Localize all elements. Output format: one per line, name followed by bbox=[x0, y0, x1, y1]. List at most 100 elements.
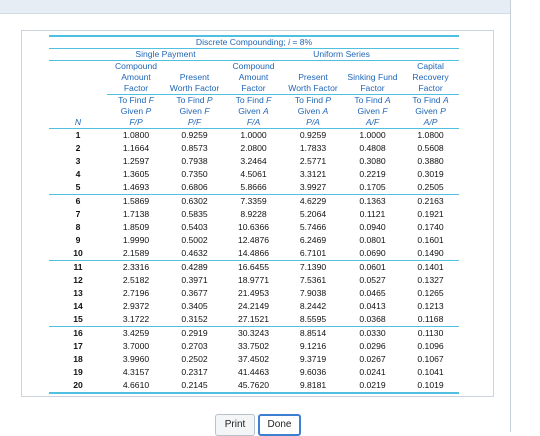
factor-name-header: Compound Amount Factor bbox=[224, 60, 283, 95]
factor-value-cell: 45.7620 bbox=[224, 379, 283, 394]
table-row: 16 3.4259 0.2919 30.3243 8.8514 0.0330 0.1130 bbox=[49, 327, 459, 341]
factor-value-cell: 5.8666 bbox=[224, 181, 283, 195]
period-cell: 11 bbox=[73, 262, 83, 272]
factor-value-cell: 1.4693 bbox=[107, 181, 165, 195]
factor-value-cell: 0.1019 bbox=[402, 379, 460, 394]
factor-value-cell: 6.7101 bbox=[283, 247, 343, 261]
period-cell: 4 bbox=[75, 169, 81, 179]
factor-value-cell: 0.3405 bbox=[181, 301, 208, 311]
factor-value-cell: 21.4953 bbox=[237, 288, 270, 298]
table-row: 3 1.2597 0.7938 3.2464 2.5771 0.3080 0.3880 bbox=[49, 155, 459, 168]
factor-value-cell: 14.4866 bbox=[224, 247, 283, 261]
table-row: 15 3.1722 0.3152 27.1521 8.5595 0.0368 0.1168 bbox=[49, 313, 460, 327]
factor-value-cell: 2.5182 bbox=[122, 275, 150, 285]
find-given-header: To Find P Given A P/A bbox=[283, 94, 343, 129]
factor-value-cell: 0.8573 bbox=[181, 143, 208, 153]
factor-value-cell: 0.0527 bbox=[359, 275, 386, 285]
period-cell: 19 bbox=[73, 367, 83, 377]
table-row: 9 1.9990 0.5002 12.4876 6.2469 0.0801 0.1601 bbox=[49, 234, 459, 247]
factor-value-cell: 0.1921 bbox=[417, 209, 444, 219]
factor-value-cell: 1.0800 bbox=[122, 130, 150, 140]
factor-value-cell: 0.1067 bbox=[417, 354, 444, 364]
period-cell: 2 bbox=[75, 143, 81, 153]
group-single-payment: Single Payment bbox=[107, 48, 224, 61]
table-row: 8 1.8509 0.5403 10.6366 5.7466 0.0940 0.1740 bbox=[49, 221, 459, 234]
print-button[interactable]: Print bbox=[215, 414, 255, 436]
table-row: 2 1.1664 0.8573 2.0800 1.7833 0.4808 0.5608 bbox=[49, 142, 459, 155]
factor-value-cell: 3.4259 bbox=[122, 328, 150, 338]
factor-value-cell: 3.3121 bbox=[299, 169, 327, 179]
factor-name-row: Compound Amount Factor Present Worth Factor C… bbox=[49, 60, 460, 95]
period-cell: 9 bbox=[75, 235, 81, 245]
table-row: 11 2.3316 0.4289 16.6455 7.1390 0.0601 0.1401 bbox=[49, 261, 459, 275]
factor-value-cell: 0.1490 bbox=[402, 247, 460, 261]
factor-value-cell: 7.9038 bbox=[299, 288, 327, 298]
factor-value-cell: 3.9927 bbox=[283, 181, 343, 195]
factor-value-cell: 0.0267 bbox=[359, 354, 386, 364]
factor-value-cell: 41.4463 bbox=[237, 367, 270, 377]
factor-value-cell: 37.4502 bbox=[237, 354, 270, 364]
factor-value-cell: 1.8509 bbox=[122, 222, 150, 232]
factor-value-cell: 0.3152 bbox=[165, 313, 224, 327]
factor-name-header: Sinking Fund Factor bbox=[343, 60, 402, 95]
factor-value-cell: 12.4876 bbox=[237, 235, 270, 245]
find-given-header: To Find F Given A F/A bbox=[224, 94, 283, 129]
table-row: 6 1.5869 0.6302 7.3359 4.6229 0.1363 0.2163 bbox=[49, 195, 459, 209]
factor-value-cell: 2.3316 bbox=[122, 262, 150, 272]
table-row: 14 2.9372 0.3405 24.2149 8.2442 0.0413 0.1213 bbox=[49, 300, 459, 313]
factor-value-cell: 27.1521 bbox=[224, 313, 283, 327]
factor-value-cell: 0.6302 bbox=[181, 196, 208, 206]
factor-value-cell: 4.3157 bbox=[122, 367, 150, 377]
find-given-header: To Find A Given F A/F bbox=[343, 94, 402, 129]
factor-value-cell: 8.9228 bbox=[240, 209, 267, 219]
dialog-right-edge bbox=[510, 0, 511, 432]
done-button[interactable]: Done bbox=[258, 414, 301, 436]
factor-value-cell: 0.3971 bbox=[181, 275, 208, 285]
find-given-row: N To Find F Given P F/P To Find P Given F P/F… bbox=[49, 94, 460, 129]
factor-value-cell: 1.7833 bbox=[299, 143, 327, 153]
factor-value-cell: 1.5869 bbox=[122, 196, 150, 206]
factor-value-cell: 4.6229 bbox=[299, 196, 327, 206]
table-row: 4 1.3605 0.7350 4.5061 3.3121 0.2219 0.3019 bbox=[49, 168, 459, 181]
factor-value-cell: 0.2703 bbox=[181, 341, 208, 351]
table-row: 17 3.7000 0.2703 33.7502 9.1216 0.0296 0.1096 bbox=[49, 340, 459, 353]
factor-value-cell: 0.7350 bbox=[181, 169, 208, 179]
factor-value-cell: 0.7938 bbox=[181, 156, 208, 166]
factor-value-cell: 1.0000 bbox=[359, 130, 386, 140]
factor-value-cell: 2.1589 bbox=[107, 247, 165, 261]
factor-value-cell: 0.1705 bbox=[343, 181, 402, 195]
factor-value-cell: 0.6806 bbox=[165, 181, 224, 195]
table-row: 13 2.7196 0.3677 21.4953 7.9038 0.0465 0.1265 bbox=[49, 287, 459, 300]
period-cell: 14 bbox=[73, 301, 83, 311]
factor-value-cell: 8.8514 bbox=[299, 328, 327, 338]
factor-value-cell: 24.2149 bbox=[237, 301, 270, 311]
period-cell: 16 bbox=[73, 328, 83, 338]
factor-value-cell: 0.1265 bbox=[417, 288, 444, 298]
factor-value-cell: 0.1213 bbox=[417, 301, 444, 311]
period-cell: 8 bbox=[75, 222, 81, 232]
table-row: 7 1.7138 0.5835 8.9228 5.2064 0.1121 0.1921 bbox=[49, 208, 459, 221]
table-row: 1 1.0800 0.9259 1.0000 0.9259 1.0000 1.0800 bbox=[49, 129, 459, 143]
factor-name-header: Compound Amount Factor bbox=[107, 60, 165, 95]
factor-value-cell: 0.0241 bbox=[359, 367, 386, 377]
table-row: 10 2.1589 0.4632 14.4866 6.7101 0.0690 0.1490 bbox=[49, 247, 460, 261]
n-header: N bbox=[49, 94, 107, 129]
factor-value-cell: 2.5771 bbox=[299, 156, 327, 166]
factor-value-cell: 0.1327 bbox=[417, 275, 444, 285]
factor-value-cell: 0.0296 bbox=[359, 341, 386, 351]
factor-value-cell: 7.1390 bbox=[299, 262, 327, 272]
factor-value-cell: 3.2464 bbox=[240, 156, 267, 166]
period-cell: 10 bbox=[49, 247, 107, 261]
factor-value-cell: 0.3080 bbox=[359, 156, 386, 166]
factor-value-cell: 0.3677 bbox=[181, 288, 208, 298]
factor-value-cell: 9.6036 bbox=[299, 367, 327, 377]
factor-value-cell: 0.1363 bbox=[359, 196, 386, 206]
factor-value-cell: 0.2502 bbox=[181, 354, 208, 364]
period-cell: 7 bbox=[75, 209, 81, 219]
factor-value-cell: 0.1401 bbox=[417, 262, 444, 272]
factor-value-cell: 0.1121 bbox=[359, 209, 386, 219]
factor-value-cell: 0.0413 bbox=[359, 301, 386, 311]
factor-value-cell: 9.8181 bbox=[283, 379, 343, 394]
factor-value-cell: 5.7466 bbox=[299, 222, 327, 232]
factor-value-cell: 0.0690 bbox=[343, 247, 402, 261]
